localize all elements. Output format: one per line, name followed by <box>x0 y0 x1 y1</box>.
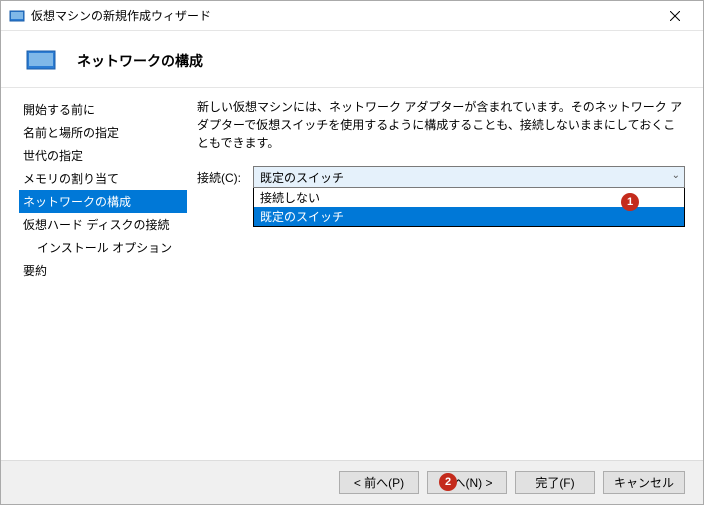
window-title: 仮想マシンの新規作成ウィザード <box>31 7 655 24</box>
main-panel: 新しい仮想マシンには、ネットワーク アダプターが含まれています。そのネットワーク… <box>187 88 703 438</box>
connection-combo-wrap: 既定のスイッチ ⌄ 接続しない 既定のスイッチ <box>253 166 685 227</box>
page-heading: ネットワークの構成 <box>77 51 203 71</box>
page-header: ネットワークの構成 <box>1 31 703 87</box>
step-before-begin[interactable]: 開始する前に <box>19 98 187 121</box>
wizard-steps: 開始する前に 名前と場所の指定 世代の指定 メモリの割り当て ネットワークの構成… <box>1 88 187 438</box>
dropdown-option-default-switch[interactable]: 既定のスイッチ <box>254 207 684 226</box>
combo-selected-value: 既定のスイッチ <box>260 169 344 186</box>
content: 開始する前に 名前と場所の指定 世代の指定 メモリの割り当て ネットワークの構成… <box>1 88 703 438</box>
footer: < 前へ(P) 次へ(N) > 完了(F) キャンセル <box>1 460 703 504</box>
app-icon <box>9 8 25 24</box>
connection-dropdown: 接続しない 既定のスイッチ <box>253 188 685 227</box>
step-vhd[interactable]: 仮想ハード ディスクの接続 <box>19 213 187 236</box>
step-memory[interactable]: メモリの割り当て <box>19 167 187 190</box>
connection-combobox[interactable]: 既定のスイッチ ⌄ <box>253 166 685 188</box>
step-name-location[interactable]: 名前と場所の指定 <box>19 121 187 144</box>
connection-row: 接続(C): 既定のスイッチ ⌄ 接続しない 既定のスイッチ <box>197 166 685 227</box>
close-button[interactable] <box>655 2 695 30</box>
finish-button[interactable]: 完了(F) <box>515 471 595 494</box>
titlebar: 仮想マシンの新規作成ウィザード <box>1 1 703 31</box>
connection-label: 接続(C): <box>197 166 253 186</box>
step-networking[interactable]: ネットワークの構成 <box>19 190 187 213</box>
chevron-down-icon: ⌄ <box>672 170 680 181</box>
description-text: 新しい仮想マシンには、ネットワーク アダプターが含まれています。そのネットワーク… <box>197 98 685 152</box>
prev-button[interactable]: < 前へ(P) <box>339 471 419 494</box>
step-generation[interactable]: 世代の指定 <box>19 144 187 167</box>
cancel-button[interactable]: キャンセル <box>603 471 685 494</box>
dropdown-option-none[interactable]: 接続しない <box>254 188 684 207</box>
wizard-icon <box>25 49 57 73</box>
step-install-options[interactable]: インストール オプション <box>19 236 187 259</box>
step-summary[interactable]: 要約 <box>19 259 187 282</box>
annotation-badge-2: 2 <box>439 473 457 491</box>
annotation-badge-1: 1 <box>621 193 639 211</box>
